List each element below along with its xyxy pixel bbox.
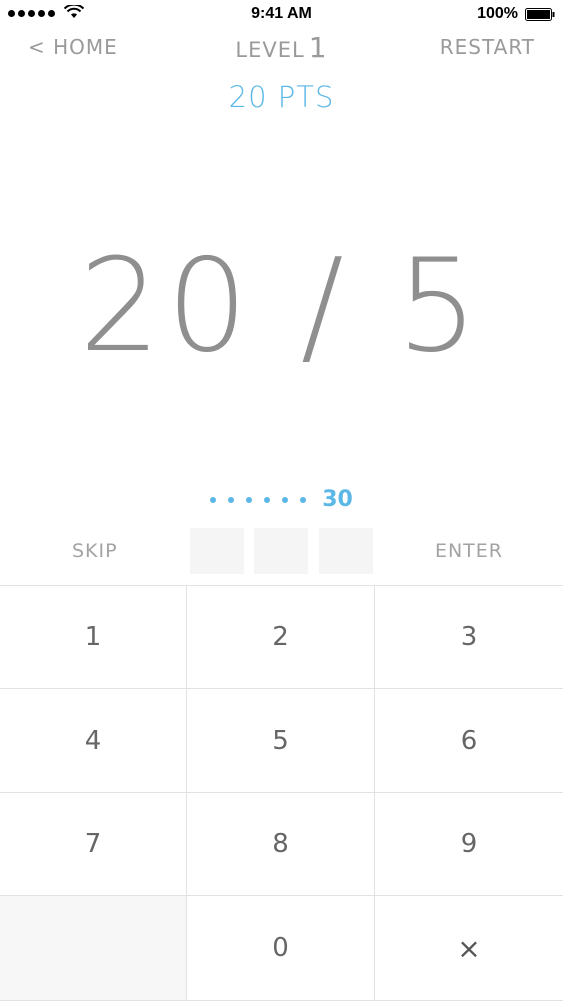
math-problem: 20 / 5: [0, 232, 563, 381]
answer-digit-box: [254, 528, 308, 574]
key-7[interactable]: 7: [0, 793, 187, 896]
problem-right-operand: 5: [396, 232, 484, 381]
delete-key[interactable]: ×: [375, 896, 563, 1001]
skip-button[interactable]: SKIP: [72, 540, 118, 562]
answer-digit-box: [319, 528, 373, 574]
problem-operator: /: [300, 232, 350, 381]
timer-dot: [300, 496, 307, 503]
timer-dots: [210, 496, 307, 503]
key-0[interactable]: 0: [187, 896, 375, 1001]
delete-icon: ×: [457, 931, 481, 965]
key-6[interactable]: 6: [375, 689, 563, 793]
key-1[interactable]: 1: [0, 586, 187, 689]
level-number: 1: [308, 31, 328, 64]
status-bar: 9:41 AM 100%: [0, 0, 563, 30]
points-display: 20 PTS: [228, 80, 335, 114]
number-keypad: 1 2 3 4 5 6 7 8 9 0 ×: [0, 585, 563, 1001]
problem-left-operand: 20: [79, 232, 254, 381]
answer-digit-box: [190, 528, 244, 574]
battery-percentage: 100%: [477, 5, 518, 22]
key-blank: [0, 896, 187, 1001]
timer-count: 30: [322, 487, 353, 512]
timer-dot: [282, 496, 289, 503]
level-label: LEVEL: [235, 38, 305, 62]
key-8[interactable]: 8: [187, 793, 375, 896]
restart-button[interactable]: RESTART: [440, 35, 535, 59]
timer-dot: [210, 496, 217, 503]
timer-dot: [246, 496, 253, 503]
timer-dot: [264, 496, 271, 503]
key-2[interactable]: 2: [187, 586, 375, 689]
timer-dot: [228, 496, 235, 503]
battery-icon: [525, 8, 555, 21]
key-5[interactable]: 5: [187, 689, 375, 793]
key-3[interactable]: 3: [375, 586, 563, 689]
countdown-timer: 30: [0, 487, 563, 512]
key-4[interactable]: 4: [0, 689, 187, 793]
key-9[interactable]: 9: [375, 793, 563, 896]
enter-button[interactable]: ENTER: [435, 540, 503, 562]
